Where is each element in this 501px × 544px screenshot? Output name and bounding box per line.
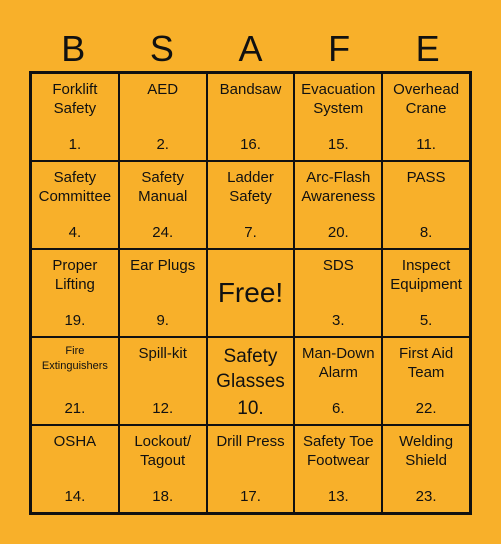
cell-label: AED bbox=[147, 81, 179, 98]
cell-number: 13. bbox=[327, 488, 349, 505]
cell-number: 24. bbox=[152, 224, 174, 241]
bingo-cell[interactable]: Fire Extinguishers 21. bbox=[31, 337, 119, 425]
cell-number: 21. bbox=[64, 400, 86, 417]
cell-number: 3. bbox=[332, 312, 345, 329]
cell-number: 4. bbox=[68, 224, 82, 241]
bingo-cell[interactable]: Inspect Equipment 5. bbox=[382, 249, 470, 337]
cell-label: Free! bbox=[217, 277, 284, 308]
bingo-cell[interactable]: Ladder Safety 7. bbox=[206, 161, 295, 249]
cell-label: Bandsaw bbox=[219, 81, 282, 98]
cell-number: 19. bbox=[64, 312, 86, 329]
cell-label: Arc-Flash Awareness bbox=[301, 169, 376, 205]
cell-number: 8. bbox=[419, 224, 433, 241]
header-letter-e: E bbox=[415, 28, 440, 69]
cell-label: Safety Toe Footwear bbox=[302, 433, 374, 469]
cell-number: 2. bbox=[156, 136, 169, 153]
bingo-cell[interactable]: Safety Committee 4. bbox=[31, 161, 119, 249]
cell-number: 6. bbox=[332, 400, 345, 417]
bingo-cell[interactable]: Overhead Crane 11. bbox=[382, 73, 470, 161]
bingo-cell[interactable]: Lockout/ Tagout 18. bbox=[118, 425, 207, 513]
cell-number: 12. bbox=[152, 400, 174, 417]
cell-label: Ear Plugs bbox=[130, 257, 196, 274]
bingo-cell[interactable]: PASS 8. bbox=[382, 161, 470, 249]
bingo-cell[interactable]: AED 2. bbox=[118, 73, 207, 161]
bingo-cell[interactable]: Safety Glasses 10. bbox=[206, 337, 295, 425]
bingo-cell[interactable]: Safety Manual 24. bbox=[118, 161, 207, 249]
cell-label: Fire Extinguishers bbox=[41, 345, 108, 372]
bingo-cell[interactable]: Welding Shield 23. bbox=[382, 425, 470, 513]
cell-number: 20. bbox=[327, 224, 349, 241]
bingo-cell[interactable]: Spill-kit 12. bbox=[118, 337, 207, 425]
cell-number: 9. bbox=[156, 312, 169, 329]
cell-number: 7. bbox=[244, 224, 257, 241]
cell-label: PASS bbox=[406, 169, 446, 186]
cell-number: 15. bbox=[327, 136, 349, 153]
bingo-cell[interactable]: First Aid Team 22. bbox=[382, 337, 470, 425]
bingo-grid: Forklift Safety 1. AED 2. Bandsaw 16. Evacuati… bbox=[29, 71, 472, 515]
bingo-header: B S A F E bbox=[29, 28, 472, 70]
cell-number: 11. bbox=[416, 136, 436, 153]
bingo-cell[interactable]: Evacuation System 15. bbox=[294, 73, 383, 161]
cell-label: Evacuation System bbox=[301, 81, 376, 117]
bingo-cell[interactable]: Drill Press 17. bbox=[206, 425, 295, 513]
cell-label: Lockout/ Tagout bbox=[134, 433, 192, 469]
bingo-cell[interactable]: Bandsaw 16. bbox=[206, 73, 295, 161]
cell-label: First Aid Team bbox=[399, 345, 454, 381]
bingo-cell[interactable]: Arc-Flash Awareness 20. bbox=[294, 161, 383, 249]
cell-number: 5. bbox=[419, 312, 433, 329]
cell-label: Safety Manual bbox=[138, 169, 188, 205]
cell-label: Welding Shield bbox=[399, 433, 454, 469]
cell-label: Overhead Crane bbox=[393, 81, 460, 117]
bingo-cell-free[interactable]: Free! bbox=[206, 249, 295, 337]
cell-number: 16. bbox=[240, 136, 261, 153]
cell-label: Ladder Safety bbox=[227, 169, 274, 205]
header-letter-s: S bbox=[149, 28, 174, 69]
cell-number: 18. bbox=[152, 488, 174, 505]
cell-label: OSHA bbox=[53, 433, 97, 450]
bingo-cell[interactable]: Proper Lifting 19. bbox=[31, 249, 119, 337]
cell-number: 14. bbox=[64, 488, 86, 505]
cell-label: Spill-kit bbox=[138, 345, 187, 362]
cell-label: Proper Lifting bbox=[52, 257, 98, 293]
bingo-cell[interactable]: SDS 3. bbox=[294, 249, 383, 337]
cell-number: 23. bbox=[415, 488, 437, 505]
cell-label: Safety Committee bbox=[38, 169, 112, 205]
bingo-cell[interactable]: Forklift Safety 1. bbox=[31, 73, 119, 161]
cell-number: 22. bbox=[415, 400, 437, 417]
cell-label: Safety Glasses bbox=[216, 346, 285, 392]
cell-number: 10. bbox=[237, 398, 264, 419]
bingo-cell[interactable]: Man-Down Alarm 6. bbox=[294, 337, 383, 425]
cell-label: Man-Down Alarm bbox=[302, 345, 375, 381]
cell-label: SDS bbox=[322, 257, 354, 274]
cell-number: 1. bbox=[68, 136, 82, 153]
header-letter-a: A bbox=[238, 28, 263, 69]
bingo-cell[interactable]: Ear Plugs 9. bbox=[118, 249, 207, 337]
cell-label: Drill Press bbox=[216, 433, 285, 450]
cell-label: Forklift Safety bbox=[52, 81, 98, 117]
bingo-cell[interactable]: Safety Toe Footwear 13. bbox=[294, 425, 383, 513]
cell-label: Inspect Equipment bbox=[390, 257, 462, 293]
bingo-cell[interactable]: OSHA 14. bbox=[31, 425, 119, 513]
header-letter-b: B bbox=[61, 28, 86, 69]
header-letter-f: F bbox=[328, 28, 351, 69]
cell-number: 17. bbox=[240, 488, 261, 505]
